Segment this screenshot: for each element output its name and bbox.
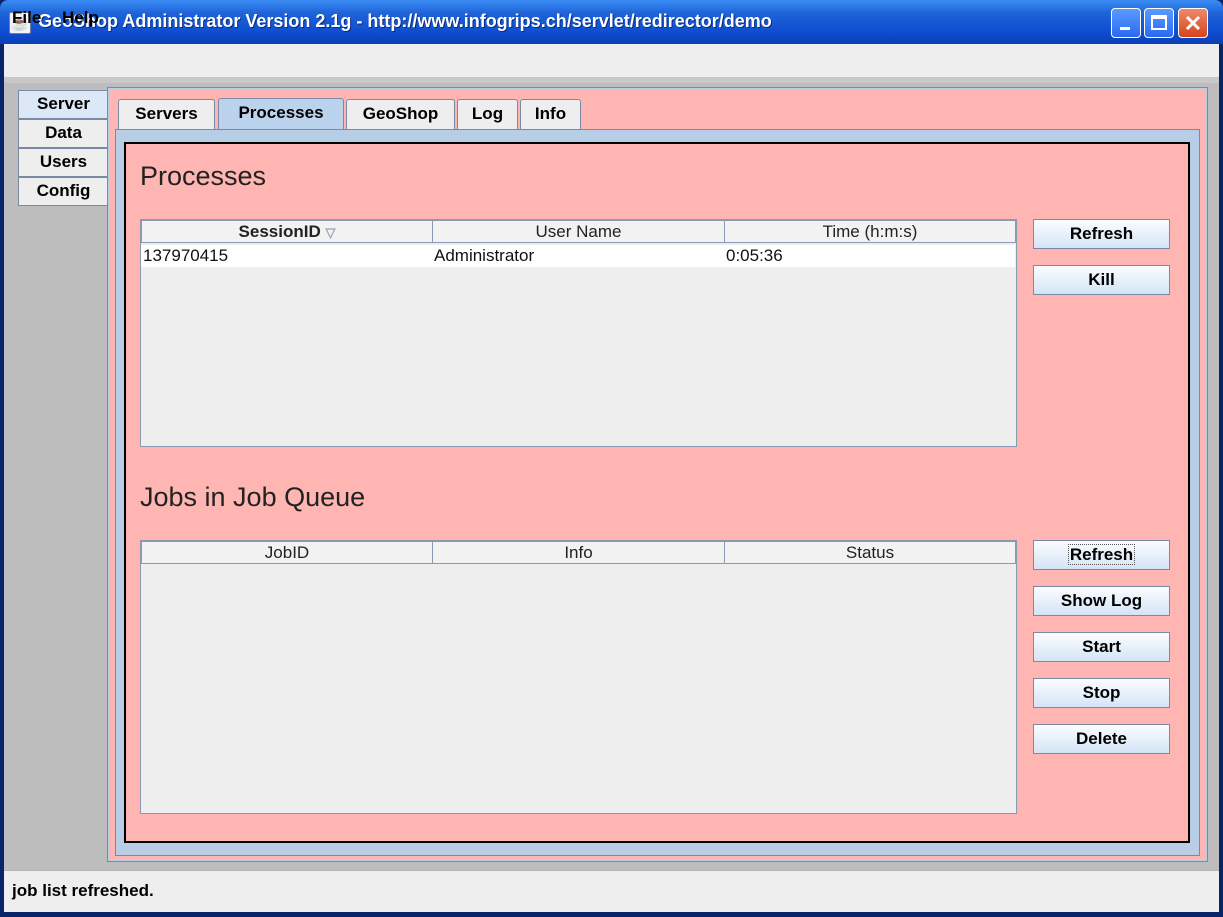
- column-header-sessionid[interactable]: SessionID ▽: [141, 220, 433, 243]
- column-header-jobid[interactable]: JobID: [141, 541, 433, 564]
- column-header-time[interactable]: Time (h:m:s): [724, 220, 1016, 243]
- close-button[interactable]: [1178, 8, 1208, 38]
- window-title: GeoShop Administrator Version 2.1g - htt…: [38, 11, 772, 31]
- cell-session-id: 137970415: [143, 246, 229, 265]
- show-log-button[interactable]: Show Log: [1033, 586, 1170, 616]
- status-bar: [4, 870, 1219, 912]
- table-row[interactable]: 137970415 Administrator 0:05:36: [141, 245, 1015, 267]
- menu-file[interactable]: File: [12, 8, 41, 28]
- minimize-button[interactable]: [1111, 8, 1141, 38]
- processes-heading: Processes: [140, 161, 267, 191]
- sort-descending-icon: ▽: [325, 225, 336, 240]
- status-message: job list refreshed.: [12, 881, 154, 900]
- menu-help[interactable]: Help: [62, 8, 99, 28]
- maximize-icon: [1151, 15, 1167, 30]
- processes-table-header: SessionID ▽ User Name Time (h:m:s): [141, 220, 1016, 244]
- side-tab-config[interactable]: Config: [18, 177, 108, 206]
- jobs-table-header: JobID Info Status: [141, 541, 1016, 565]
- delete-button[interactable]: Delete: [1033, 724, 1170, 754]
- maximize-button[interactable]: [1144, 8, 1174, 38]
- tab-processes[interactable]: Processes: [218, 98, 344, 130]
- tab-info[interactable]: Info: [520, 99, 581, 129]
- processes-refresh-button[interactable]: Refresh: [1033, 219, 1170, 249]
- jobs-heading: Jobs in Job Queue: [140, 482, 366, 512]
- tab-log[interactable]: Log: [457, 99, 518, 129]
- minimize-icon: [1120, 27, 1130, 30]
- close-icon: [1185, 15, 1201, 31]
- side-tab-server[interactable]: Server: [18, 90, 108, 119]
- cell-time: 0:05:36: [726, 246, 783, 265]
- column-header-info[interactable]: Info: [432, 541, 725, 564]
- start-button[interactable]: Start: [1033, 632, 1170, 662]
- kill-button[interactable]: Kill: [1033, 265, 1170, 295]
- side-tab-data[interactable]: Data: [18, 119, 108, 148]
- column-label: SessionID: [238, 222, 321, 241]
- stop-button[interactable]: Stop: [1033, 678, 1170, 708]
- jobs-table: JobID Info Status: [140, 540, 1017, 814]
- column-header-status[interactable]: Status: [724, 541, 1016, 564]
- tab-servers[interactable]: Servers: [118, 99, 215, 129]
- jobs-refresh-button[interactable]: Refresh: [1033, 540, 1170, 570]
- side-tab-users[interactable]: Users: [18, 148, 108, 177]
- menu-bar: [4, 44, 1219, 78]
- tab-geoshop[interactable]: GeoShop: [346, 99, 455, 129]
- cell-user-name: Administrator: [434, 246, 535, 265]
- column-header-user-name[interactable]: User Name: [432, 220, 725, 243]
- jobs-refresh-label: Refresh: [1067, 544, 1136, 565]
- processes-table: SessionID ▽ User Name Time (h:m:s) 13797…: [140, 219, 1017, 447]
